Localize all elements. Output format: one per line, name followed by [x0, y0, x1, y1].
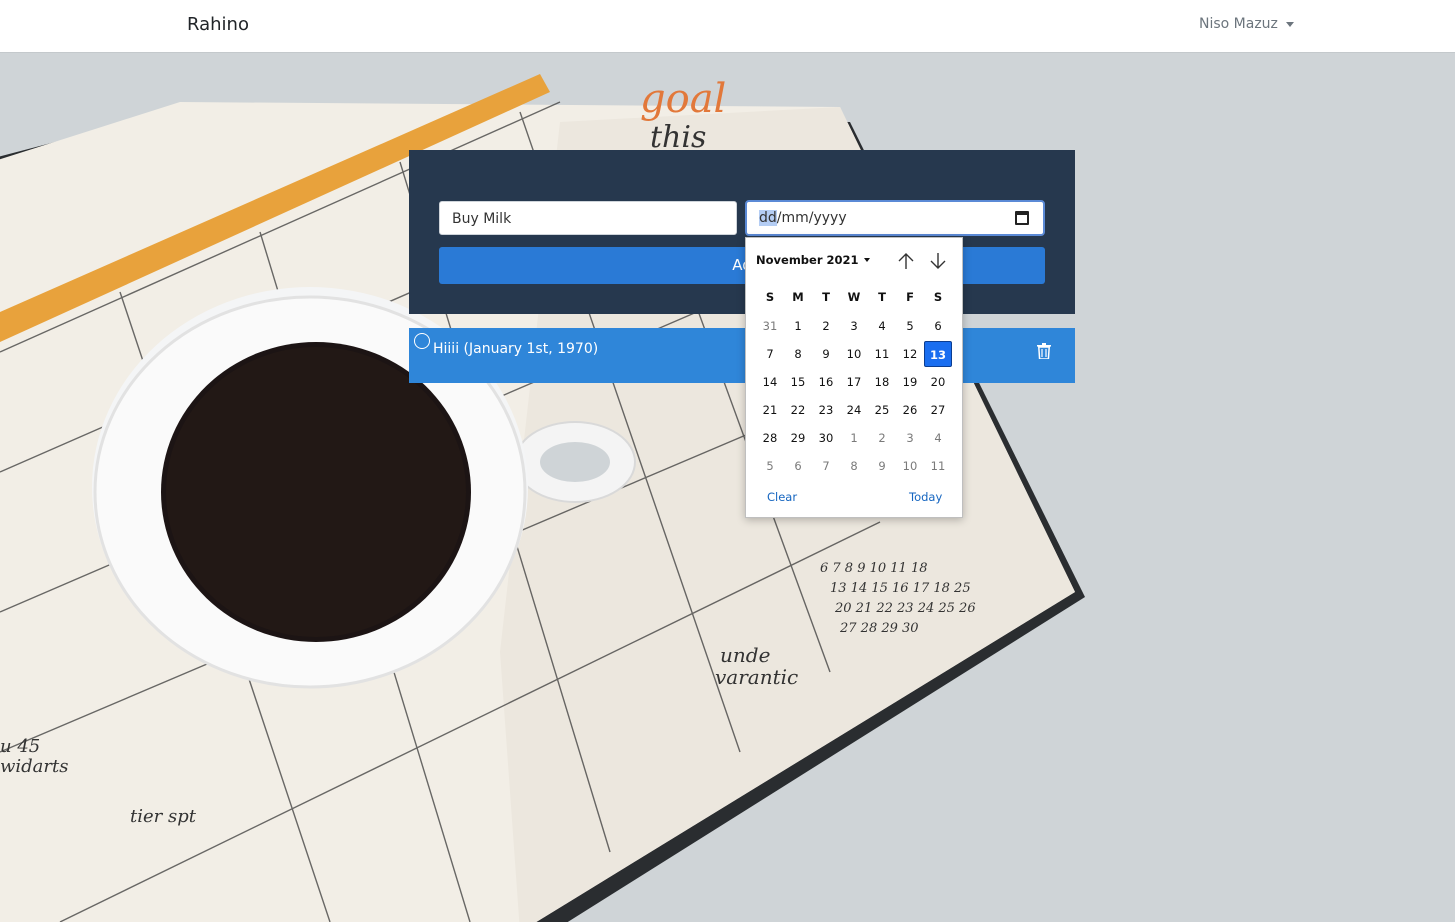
day-cell[interactable]: 31 [756, 313, 784, 339]
day-cell[interactable]: 2 [812, 313, 840, 339]
day-cell[interactable]: 6 [924, 313, 952, 339]
trash-icon[interactable] [1037, 343, 1051, 359]
date-rest-segment: /mm/yyyy [776, 210, 847, 226]
day-cell[interactable]: 16 [812, 369, 840, 395]
weekday-label: T [822, 290, 830, 304]
day-cell[interactable]: 19 [896, 369, 924, 395]
weekday-label: M [792, 290, 804, 304]
task-text-input[interactable]: Buy Milk [439, 201, 737, 235]
svg-text:13 14 15 16 17 18 25: 13 14 15 16 17 18 25 [830, 581, 971, 596]
svg-text:u 45: u 45 [0, 736, 40, 757]
day-cell[interactable]: 4 [924, 425, 952, 451]
day-cell[interactable]: 30 [812, 425, 840, 451]
svg-text:27 28 29 30: 27 28 29 30 [839, 621, 919, 636]
user-name: Niso Mazuz [1199, 16, 1278, 32]
day-cell[interactable]: 26 [896, 397, 924, 423]
day-cell-selected[interactable]: 13 [924, 341, 952, 367]
day-cell[interactable]: 18 [868, 369, 896, 395]
svg-text:varantic: varantic [715, 665, 798, 689]
caret-down-icon [863, 258, 870, 262]
svg-text:tier spt: tier spt [130, 806, 197, 827]
day-cell[interactable]: 7 [756, 341, 784, 367]
day-cell[interactable]: 11 [868, 341, 896, 367]
weekday-label: S [933, 290, 943, 304]
day-cell[interactable]: 28 [756, 425, 784, 451]
due-date-input[interactable]: dd/mm/yyyy [745, 200, 1045, 236]
day-cell[interactable]: 9 [868, 453, 896, 479]
chevron-down-icon [1285, 21, 1294, 27]
user-dropdown[interactable]: Niso Mazuz [1199, 16, 1294, 32]
day-cell[interactable]: 7 [812, 453, 840, 479]
svg-text:6 7 8 9 10 11 18: 6 7 8 9 10 11 18 [820, 561, 928, 576]
day-cell[interactable]: 6 [784, 453, 812, 479]
day-cell[interactable]: 15 [784, 369, 812, 395]
day-cell[interactable]: 4 [868, 313, 896, 339]
day-cell[interactable]: 8 [840, 453, 868, 479]
task-label: Hiiii (January 1st, 1970) [433, 341, 599, 357]
day-cell[interactable]: 8 [784, 341, 812, 367]
month-year-label: November 2021 [756, 253, 859, 267]
day-cell[interactable]: 1 [840, 425, 868, 451]
day-cell[interactable]: 5 [756, 453, 784, 479]
day-cell[interactable]: 5 [896, 313, 924, 339]
svg-text:goal: goal [640, 76, 726, 122]
day-cell[interactable]: 20 [924, 369, 952, 395]
svg-text:widarts: widarts [0, 756, 69, 777]
day-cell[interactable]: 29 [784, 425, 812, 451]
day-cell[interactable]: 12 [896, 341, 924, 367]
day-cell[interactable]: 2 [868, 425, 896, 451]
day-cell[interactable]: 23 [812, 397, 840, 423]
task-list-item: Hiiii (January 1st, 1970) [409, 328, 1075, 383]
month-year-selector[interactable]: November 2021 [756, 253, 870, 267]
svg-text:unde: unde [720, 643, 770, 667]
add-task-panel: Buy Milk dd/mm/yyyy Ad [409, 150, 1075, 314]
day-cell[interactable]: 14 [756, 369, 784, 395]
complete-circle-icon[interactable] [414, 333, 430, 349]
calendar-icon[interactable] [1015, 211, 1029, 225]
day-cell[interactable]: 10 [896, 453, 924, 479]
day-cell[interactable]: 9 [812, 341, 840, 367]
today-button[interactable]: Today [909, 490, 942, 504]
day-cell[interactable]: 22 [784, 397, 812, 423]
day-cell[interactable]: 1 [784, 313, 812, 339]
day-cell[interactable]: 3 [896, 425, 924, 451]
day-cell[interactable]: 24 [840, 397, 868, 423]
day-cell[interactable]: 17 [840, 369, 868, 395]
clear-button[interactable]: Clear [767, 490, 797, 504]
arrow-up-icon[interactable] [897, 251, 915, 271]
weekday-label: W [847, 290, 861, 304]
date-picker-popup: November 2021 SMTWTFS 31 1 2 3 4 5 6 7 8 9 10 11 12 1… [745, 237, 963, 518]
arrow-down-icon[interactable] [929, 251, 947, 271]
top-navbar: Rahino Niso Mazuz [0, 0, 1455, 52]
day-cell[interactable]: 11 [924, 453, 952, 479]
day-cell[interactable]: 10 [840, 341, 868, 367]
day-cell[interactable]: 3 [840, 313, 868, 339]
brand-logo[interactable]: Rahino [187, 14, 249, 35]
weekday-label: F [906, 290, 914, 304]
svg-text:20 21 22 23 24 25 26: 20 21 22 23 24 25 26 [834, 601, 976, 616]
date-day-segment[interactable]: dd [759, 210, 777, 226]
weekday-label: T [878, 290, 886, 304]
day-cell[interactable]: 21 [756, 397, 784, 423]
weekday-label: S [765, 290, 775, 304]
day-cell[interactable]: 25 [868, 397, 896, 423]
day-cell[interactable]: 27 [924, 397, 952, 423]
